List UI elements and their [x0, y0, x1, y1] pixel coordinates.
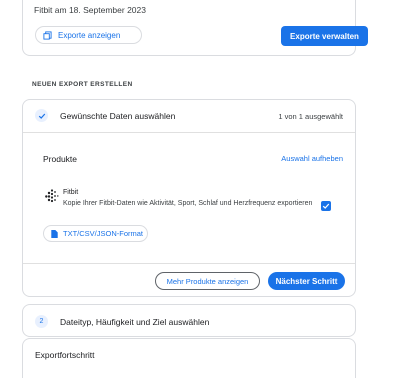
previous-export-text: Fitbit am 18. September 2023 — [34, 5, 146, 15]
previous-export-card: Fitbit am 18. September 2023 Exporte anz… — [22, 0, 368, 56]
checkmark-icon — [322, 203, 330, 209]
products-panel — [23, 133, 355, 263]
step1-selection-count: 1 von 1 ausgewählt — [278, 112, 343, 121]
manage-exports-button[interactable]: Exporte verwalten — [281, 26, 368, 46]
step2-title: Dateityp, Häufigkeit und Ziel auswählen — [60, 317, 210, 327]
next-step-button[interactable]: Nächster Schritt — [268, 272, 345, 290]
new-export-heading: NEUEN EXPORT ERSTELLEN — [32, 81, 133, 88]
export-progress-card: Exportfortschritt — [22, 338, 356, 378]
step2-card[interactable]: 2 Dateityp, Häufigkeit und Ziel auswähle… — [22, 304, 356, 337]
step-complete-check-icon — [35, 109, 48, 122]
copy-icon — [43, 30, 52, 40]
product-name: Fitbit — [63, 189, 79, 196]
format-label: TXT/CSV/JSON-Format — [63, 229, 144, 238]
file-icon — [51, 229, 58, 238]
step2-number-badge: 2 — [35, 315, 48, 328]
divider — [23, 263, 355, 264]
export-progress-title: Exportfortschritt — [35, 350, 95, 360]
more-products-button[interactable]: Mehr Produkte anzeigen — [155, 272, 260, 290]
deselect-all-link[interactable]: Auswahl aufheben — [281, 154, 343, 163]
format-chip[interactable]: TXT/CSV/JSON-Format — [43, 225, 148, 242]
products-label: Produkte — [43, 154, 78, 164]
product-checkbox[interactable] — [321, 201, 331, 211]
fitbit-logo-icon — [45, 189, 59, 203]
show-exports-button[interactable]: Exporte anzeigen — [35, 26, 142, 44]
step1-header[interactable]: Gewünschte Daten auswählen 1 von 1 ausge… — [23, 100, 355, 133]
step1-title: Gewünschte Daten auswählen — [60, 111, 176, 121]
product-description: Kopie Ihrer Fitbit-Daten wie Aktivität, … — [63, 200, 313, 207]
show-exports-label: Exporte anzeigen — [58, 30, 121, 40]
select-data-card: Gewünschte Daten auswählen 1 von 1 ausge… — [22, 99, 356, 297]
